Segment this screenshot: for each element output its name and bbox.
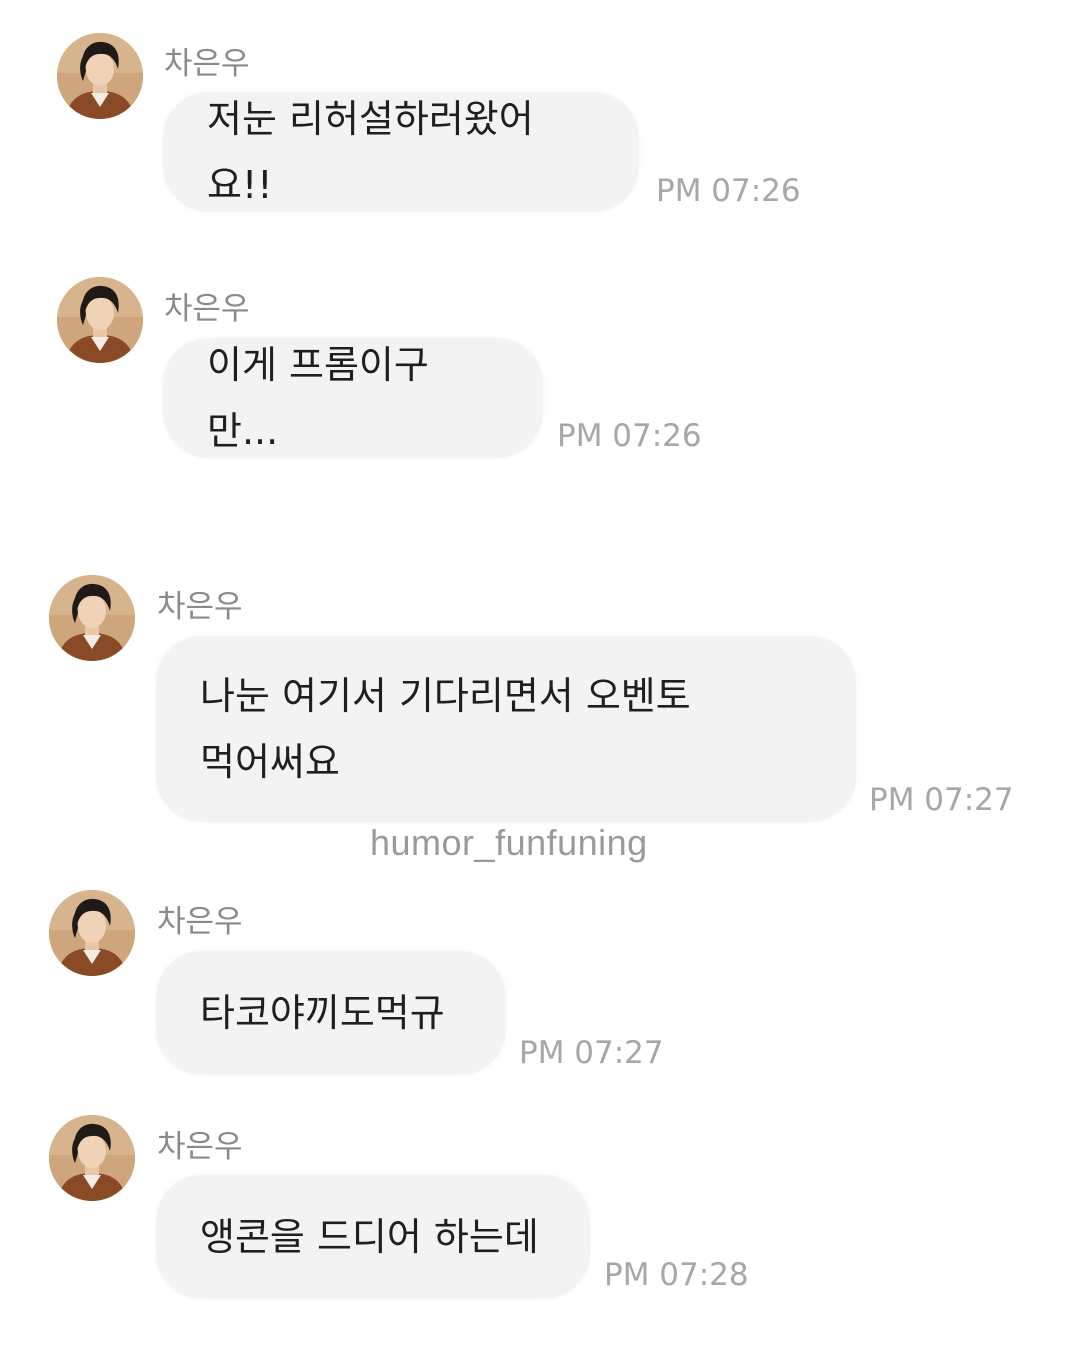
message-bubble: 앵콘을 드디어 하는데 <box>156 1175 590 1299</box>
message-bubble: 나눈 여기서 기다리면서 오벤토 먹어써요 <box>156 636 856 822</box>
sender-avatar[interactable] <box>49 890 135 976</box>
message-time: PM 07:27 <box>519 1035 664 1071</box>
message-bubble: 저눈 리허설하러왔어요!! <box>163 92 639 212</box>
sender-avatar[interactable] <box>57 277 143 363</box>
sender-avatar[interactable] <box>57 33 143 119</box>
sender-name: 차은우 <box>164 291 250 327</box>
sender-avatar[interactable] <box>49 1115 135 1201</box>
sender-avatar[interactable] <box>49 575 135 661</box>
sender-name: 차은우 <box>164 46 250 82</box>
sender-name: 차은우 <box>157 1129 243 1165</box>
message-time: PM 07:26 <box>656 173 801 209</box>
message-time: PM 07:27 <box>869 782 1014 818</box>
message-time: PM 07:28 <box>604 1257 749 1293</box>
watermark: humor_funfuning <box>370 822 648 863</box>
message-bubble: 타코야끼도먹규 <box>156 951 506 1075</box>
sender-name: 차은우 <box>157 904 243 940</box>
message-time: PM 07:26 <box>557 418 702 454</box>
sender-name: 차은우 <box>157 589 243 625</box>
message-bubble: 이게 프롬이구만... <box>163 338 543 458</box>
